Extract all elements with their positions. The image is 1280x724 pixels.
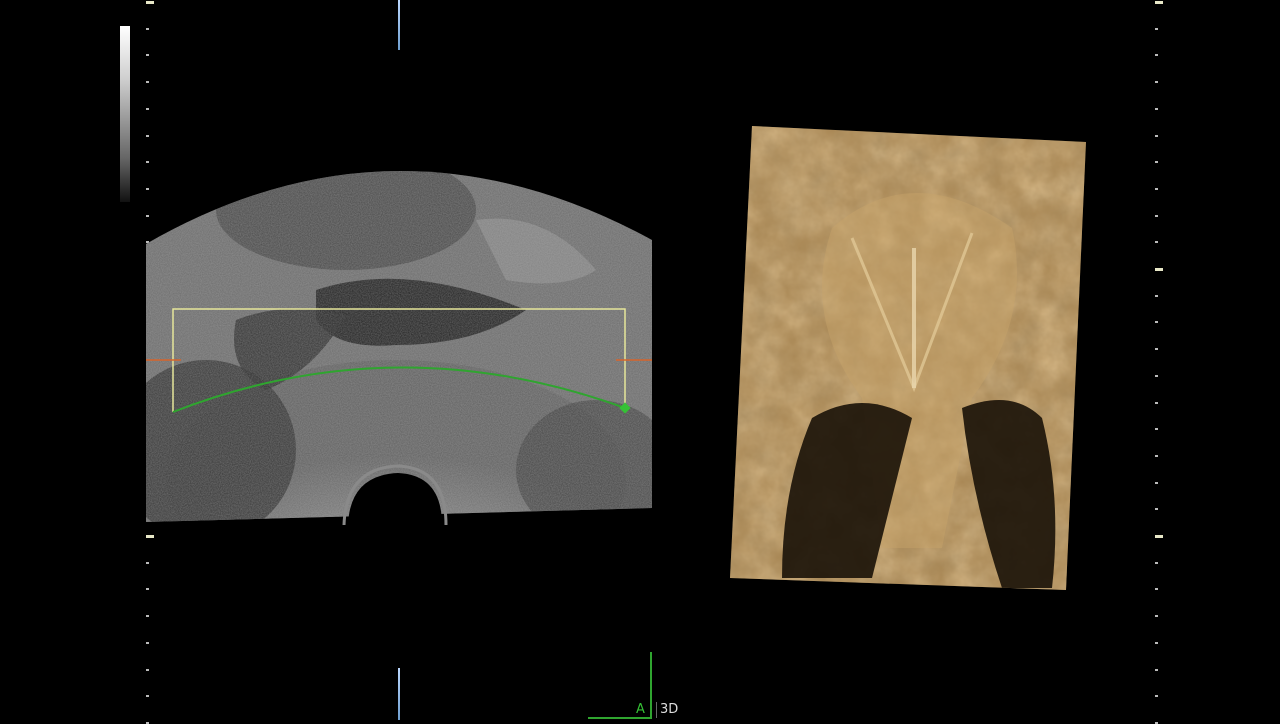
scale-tick	[146, 1, 154, 4]
scale-tick	[1155, 54, 1158, 57]
grayscale-bar	[120, 26, 130, 202]
scale-tick	[1155, 187, 1158, 190]
scale-tick	[1155, 401, 1158, 404]
scale-tick	[1155, 27, 1158, 30]
bottom-cursor-marker[interactable]	[398, 668, 400, 720]
scale-tick	[1155, 508, 1158, 511]
scale-tick	[1155, 1, 1163, 4]
scale-tick	[1155, 588, 1158, 591]
render-3d-image	[730, 126, 1086, 590]
scale-tick	[146, 134, 149, 137]
scale-tick	[1155, 535, 1163, 538]
scale-tick	[1155, 481, 1158, 484]
view-a-label[interactable]: A	[636, 702, 645, 717]
scale-tick	[1155, 161, 1158, 164]
scale-tick	[146, 588, 149, 591]
scale-tick	[1155, 321, 1158, 324]
ultrasound-2d-view[interactable]	[146, 140, 652, 525]
scale-tick	[146, 535, 154, 538]
scale-tick	[146, 27, 149, 30]
scale-tick	[1155, 294, 1158, 297]
scale-tick	[1155, 241, 1158, 244]
top-cursor-marker[interactable]	[398, 0, 400, 50]
active-view-underline	[588, 717, 652, 719]
scale-tick	[1155, 615, 1158, 618]
scale-tick	[146, 641, 149, 644]
scale-tick	[1155, 214, 1158, 217]
scale-tick	[1155, 348, 1158, 351]
scale-tick	[1155, 454, 1158, 457]
scale-tick	[1155, 107, 1158, 110]
scale-tick	[1155, 374, 1158, 377]
scale-tick	[1155, 268, 1163, 271]
scale-tick	[146, 107, 149, 110]
scale-tick	[1155, 561, 1158, 564]
render-3d-view[interactable]	[722, 118, 1092, 598]
scale-tick	[146, 54, 149, 57]
scale-tick	[1155, 695, 1158, 698]
scale-tick	[1155, 134, 1158, 137]
scale-tick	[146, 668, 149, 671]
scale-tick	[1155, 668, 1158, 671]
view-3d-label[interactable]: 3D	[660, 702, 678, 717]
ultrasound-2d-image	[146, 170, 652, 525]
scale-tick	[1155, 428, 1158, 431]
active-view-indicator	[650, 652, 652, 718]
scale-tick	[146, 561, 149, 564]
scale-tick	[146, 695, 149, 698]
depth-scale-right	[1155, 0, 1163, 724]
scale-tick	[146, 81, 149, 84]
scale-tick	[146, 615, 149, 618]
scale-tick	[1155, 641, 1158, 644]
scale-tick	[1155, 81, 1158, 84]
label-separator	[656, 702, 657, 718]
